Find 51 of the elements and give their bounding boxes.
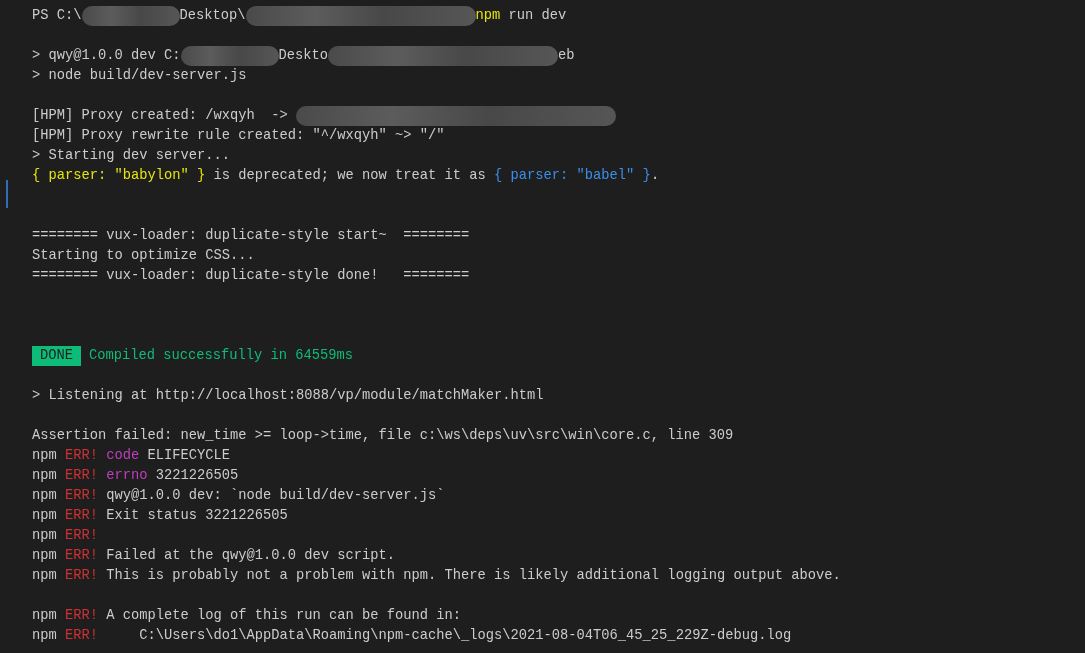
terminal-text: C:\Users\do1\AppData\Roaming\npm-cache\_logs\2021-08-04T06_45_25_229Z-debug.log [138, 627, 792, 645]
terminal-text: Desktop\ [179, 7, 246, 25]
terminal-text: . [650, 167, 660, 185]
terminal-text: A complete log of this run can be found in: [105, 607, 462, 625]
terminal-text: { parser: "babylon" } [32, 167, 206, 185]
terminal-text: ERR! [65, 627, 99, 645]
terminal-text: npm [32, 467, 58, 485]
terminal-text: run dev [507, 7, 567, 25]
terminal-text: npm [32, 567, 58, 585]
terminal-text: npm [32, 527, 58, 545]
terminal-text: > qwy@1.0.0 dev C: [32, 47, 181, 65]
terminal-text: ERR! [65, 447, 99, 465]
terminal-text: qwy@1.0.0 dev: `node build/dev-server.js` [105, 487, 445, 505]
terminal-text: is deprecated; we now treat it as [212, 167, 487, 185]
terminal-text: npm [32, 447, 58, 465]
terminal-text: npm [32, 547, 58, 565]
terminal-text: > Listening at http://localhost:8088/vp/module/matchMaker.html [32, 387, 544, 405]
terminal-text: Assertion failed: new_time >= loop->time, file c:\ws\deps\uv\src\win\core.c, line 309 [32, 427, 734, 445]
terminal-text: ERR! [65, 467, 99, 485]
terminal-text: ELIFECYCLE [146, 447, 231, 465]
terminal-text: PS C:\ [32, 7, 82, 25]
terminal-text: 3221226505 [154, 467, 239, 485]
terminal-text: Deskto [278, 47, 329, 65]
terminal-text: ERR! [65, 507, 99, 525]
terminal-text: Compiled successfully in 64559ms [89, 347, 354, 365]
terminal-text: ERR! [65, 527, 99, 545]
terminal-text: This is probably not a problem with npm. There is likely additional logging output above. [105, 567, 841, 585]
terminal-text: npm [32, 627, 58, 645]
terminal-text: [HPM] Proxy rewrite rule created: "^/wxqyh" ~> "/" [32, 127, 445, 145]
terminal-text: Starting to optimize CSS... [32, 247, 255, 265]
terminal-text: Failed at the qwy@1.0.0 dev script. [105, 547, 396, 565]
status-badge: DONE [32, 346, 81, 366]
terminal-text: ERR! [65, 567, 99, 585]
gutter-marker [6, 180, 8, 208]
terminal-text: errno [105, 467, 148, 485]
terminal-text: npm [32, 487, 58, 505]
terminal-text: ERR! [65, 607, 99, 625]
terminal-text: eb [558, 47, 575, 65]
terminal-text: npm [32, 607, 58, 625]
terminal-text: ======== vux-loader: duplicate-style start~ ======== [32, 227, 470, 245]
terminal-text: > Starting dev server... [32, 147, 231, 165]
terminal-text: Exit status 3221226505 [105, 507, 288, 525]
terminal-text: ERR! [65, 487, 99, 505]
terminal-text: code [105, 447, 140, 465]
terminal-text: [HPM] Proxy created: /wxqyh -> [32, 107, 289, 125]
terminal-text: { parser: "babel" } [494, 167, 651, 185]
terminal-text: npm [475, 7, 501, 25]
terminal-text: npm [32, 507, 58, 525]
terminal-text: ERR! [65, 547, 99, 565]
terminal-text: > node build/dev-server.js [32, 67, 247, 85]
terminal-text: ======== vux-loader: duplicate-style done! ======== [32, 267, 470, 285]
